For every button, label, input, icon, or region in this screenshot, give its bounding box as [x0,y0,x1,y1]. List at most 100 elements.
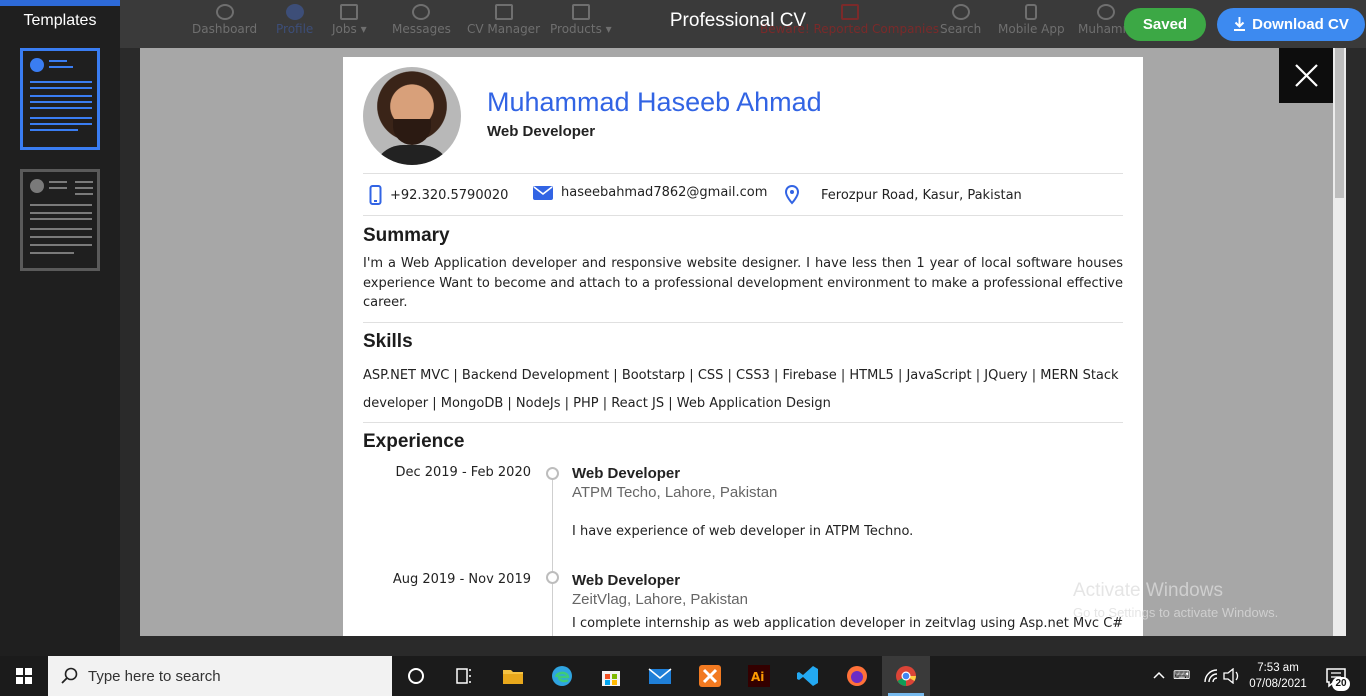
phone-icon [369,185,382,205]
phone-text: +92.320.5790020 [390,187,509,203]
volume-icon[interactable] [1223,668,1241,684]
vscode-icon [797,666,818,686]
thumbnail-avatar [30,179,44,193]
experience-company[interactable]: ZeitVlag, Lahore, Pakistan [572,591,748,608]
template-thumbnail-professional[interactable] [20,48,100,150]
nav-mobile-app[interactable]: Mobile App [998,4,1065,36]
resume-name[interactable]: Muhammad Haseeb Ahmad [487,87,822,118]
profile-photo [363,67,461,165]
start-button[interactable] [0,656,48,696]
search-icon [951,4,970,20]
firefox-button[interactable] [833,656,881,696]
wifi-icon[interactable] [1203,668,1219,684]
clock-time: 7:53 am [1257,662,1299,674]
experience-dates: Aug 2019 - Nov 2019 [392,572,531,587]
nav-dashboard[interactable]: Dashboard [192,4,257,36]
windows-taskbar: Type here to search Ai ⌨ 7:53 am 07/08/2… [0,656,1366,696]
messages-icon [412,4,431,20]
xampp-button[interactable] [686,656,734,696]
document-icon [494,4,513,20]
mail-icon [648,668,672,684]
cortana-icon [408,668,424,684]
edge-icon [552,666,572,686]
vscode-button[interactable] [784,656,832,696]
contact-address[interactable]: Ferozpur Road, Kasur, Pakistan [784,185,1022,205]
store-icon [602,671,620,686]
template-thumbnail-classic[interactable] [20,169,100,271]
taskbar-search-box[interactable]: Type here to search [48,656,392,696]
task-view-icon [456,668,471,684]
dashboard-icon [215,4,234,20]
nav-jobs[interactable]: Jobs ▾ [332,4,367,36]
contact-email[interactable]: haseebahmad7862@gmail.com [533,185,767,200]
templates-title: Templates [23,12,97,29]
download-cv-button[interactable]: Download CV [1217,8,1365,41]
task-view-button[interactable] [440,656,488,696]
download-cv-label: Download CV [1252,16,1349,33]
resume-page: Muhammad Haseeb Ahmad Web Developer +92.… [343,57,1143,636]
box-icon [571,4,590,20]
preview-scrollbar[interactable] [1333,48,1346,636]
divider [363,173,1123,174]
windows-logo-icon [16,668,32,684]
cortana-button[interactable] [392,656,440,696]
mail-button[interactable] [636,656,684,696]
experience-description[interactable]: I have experience of web developer in AT… [572,524,913,539]
phone-icon [1025,4,1038,20]
experience-role[interactable]: Web Developer [572,465,680,482]
saved-button[interactable]: Saved [1124,8,1206,41]
close-preview-button[interactable] [1279,48,1334,103]
chrome-button[interactable] [882,656,930,696]
svg-text:Ai: Ai [751,670,764,684]
activate-windows-title: Activate Windows [1073,580,1223,601]
skills-text[interactable]: ASP.NET MVC | Backend Development | Boot… [363,362,1123,418]
file-explorer-button[interactable] [489,656,537,696]
taskbar-clock[interactable]: 7:53 am 07/08/2021 [1244,660,1312,692]
illustrator-button[interactable]: Ai [735,656,783,696]
clock-date: 07/08/2021 [1249,678,1307,690]
experience-role[interactable]: Web Developer [572,572,680,589]
notification-count-badge: 20 [1332,677,1350,691]
email-icon [533,185,553,200]
firefox-icon [847,666,867,686]
summary-heading: Summary [363,225,450,246]
close-icon [1295,64,1318,87]
divider [363,422,1123,423]
experience-dates: Dec 2019 - Feb 2020 [395,465,531,480]
email-text: haseebahmad7862@gmail.com [561,185,768,200]
nav-search[interactable]: Search [940,4,981,36]
store-button[interactable] [587,656,635,696]
profile-icon [285,4,304,20]
divider [363,215,1123,216]
summary-text[interactable]: I'm a Web Application developer and resp… [363,254,1123,313]
address-text: Ferozpur Road, Kasur, Pakistan [821,187,1022,203]
nav-cv-manager[interactable]: CV Manager [467,4,540,36]
chrome-icon [896,666,916,686]
activate-windows-subtitle: Go to Settings to activate Windows. [1073,605,1279,620]
edge-button[interactable] [538,656,586,696]
templates-panel: Templates [0,0,120,656]
nav-profile[interactable]: Profile [276,4,313,36]
download-icon [1234,17,1246,31]
location-pin-icon [784,185,800,205]
experience-description[interactable]: I complete internship as web application… [572,616,1123,631]
timeline-dot [546,571,559,584]
experience-heading: Experience [363,431,465,452]
nav-messages[interactable]: Messages [392,4,451,36]
input-language-icon[interactable]: ⌨ [1173,668,1190,682]
timeline-line [552,474,553,636]
scrollbar-thumb[interactable] [1335,48,1344,198]
timeline-dot [546,467,559,480]
divider [363,322,1123,323]
experience-company[interactable]: ATPM Techo, Lahore, Pakistan [572,484,777,501]
thumbnail-avatar [30,58,44,72]
illustrator-icon: Ai [748,665,770,687]
file-explorer-icon [503,670,523,684]
search-placeholder: Type here to search [88,668,221,685]
chevron-up-icon[interactable] [1153,670,1165,680]
xampp-icon [699,665,721,687]
resume-job-title[interactable]: Web Developer [487,123,595,140]
skills-heading: Skills [363,331,413,352]
contact-phone[interactable]: +92.320.5790020 [369,185,508,205]
briefcase-icon [340,4,359,20]
